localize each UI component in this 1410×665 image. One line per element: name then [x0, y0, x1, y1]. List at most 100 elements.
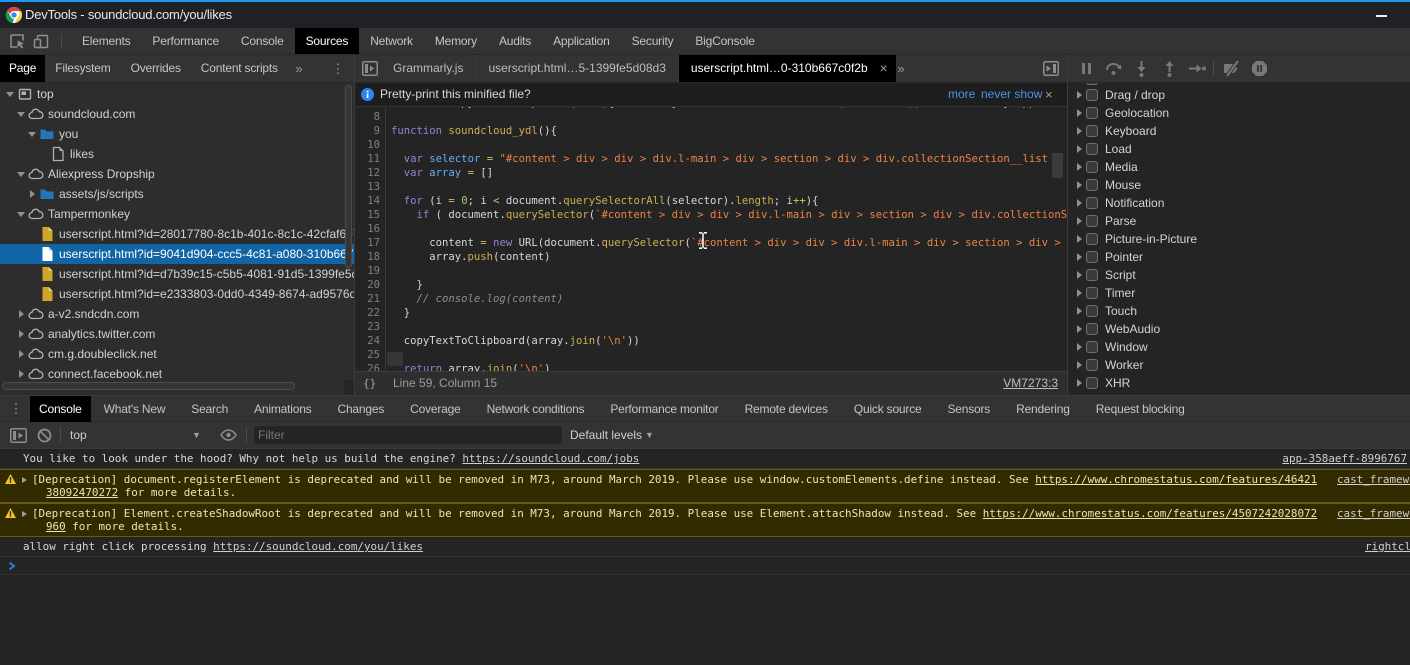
- line-number[interactable]: 24: [367, 334, 380, 348]
- chevron-right-icon[interactable]: [1077, 253, 1082, 261]
- event-category-xhr[interactable]: XHR: [1068, 374, 1410, 392]
- tree-expander[interactable]: [17, 330, 25, 338]
- editor-horizontal-scrollbar[interactable]: [387, 352, 403, 366]
- tree-item-top[interactable]: top: [0, 84, 354, 104]
- tab-memory[interactable]: Memory: [424, 28, 488, 54]
- infobar-more-link[interactable]: more: [948, 83, 975, 106]
- event-category-parse[interactable]: Parse: [1068, 212, 1410, 230]
- event-category-webaudio[interactable]: WebAudio: [1068, 320, 1410, 338]
- drawer-tab-console[interactable]: Console: [30, 396, 91, 422]
- message-link[interactable]: https://www.chromestatus.com/features/46…: [1035, 473, 1317, 486]
- tab-application[interactable]: Application: [542, 28, 621, 54]
- message-link[interactable]: 960: [46, 520, 66, 533]
- tree-expander[interactable]: [6, 90, 14, 98]
- tree-item-assets-js-scripts[interactable]: assets/js/scripts: [0, 184, 354, 204]
- event-category-picture-in-picture[interactable]: Picture-in-Picture: [1068, 230, 1410, 248]
- tab-audits[interactable]: Audits: [488, 28, 542, 54]
- tab-console[interactable]: Console: [230, 28, 295, 54]
- checkbox[interactable]: [1086, 269, 1098, 281]
- line-number[interactable]: 15: [367, 208, 380, 222]
- chevron-right-icon[interactable]: [1077, 307, 1082, 315]
- line-number[interactable]: 26: [367, 362, 380, 371]
- drawer-tab-sensors[interactable]: Sensors: [934, 396, 1003, 422]
- tab-network[interactable]: Network: [359, 28, 424, 54]
- tree-item-a-v2-sndcdn-com[interactable]: a-v2.sndcdn.com: [0, 304, 354, 324]
- tab-sources[interactable]: Sources: [295, 28, 360, 54]
- checkbox[interactable]: [1086, 323, 1098, 335]
- tree-item-aliexpress-dropship[interactable]: Aliexpress Dropship: [0, 164, 354, 184]
- event-category-window[interactable]: Window: [1068, 338, 1410, 356]
- message-source-link[interactable]: cast_framework.js: [1337, 507, 1410, 520]
- tree-expander[interactable]: [28, 190, 36, 198]
- deactivate-breakpoints-icon[interactable]: [1222, 60, 1239, 77]
- editor-vertical-scrollbar[interactable]: [1052, 153, 1063, 178]
- sidebar-horizontal-scrollbar[interactable]: [2, 382, 295, 390]
- tree-expander[interactable]: [17, 170, 25, 178]
- panel-border[interactable]: [1067, 55, 1068, 395]
- step-out-icon[interactable]: [1161, 60, 1178, 77]
- tree-item-cm-g-doubleclick-net[interactable]: cm.g.doubleclick.net: [0, 344, 354, 364]
- event-category-pointer[interactable]: Pointer: [1068, 248, 1410, 266]
- tree-expander[interactable]: [17, 110, 25, 118]
- chevron-right-icon[interactable]: [1077, 127, 1082, 135]
- chevron-right-icon[interactable]: [22, 477, 27, 483]
- chevron-right-icon[interactable]: [1077, 289, 1082, 297]
- drawer-tab-quick-source[interactable]: Quick source: [841, 396, 935, 422]
- message-source-link[interactable]: app-358aeff-8996767: [1282, 452, 1407, 465]
- event-category-keyboard[interactable]: Keyboard: [1068, 122, 1410, 140]
- checkbox[interactable]: [1086, 215, 1098, 227]
- sidebar-tab-filesystem[interactable]: Filesystem: [45, 55, 120, 82]
- line-number[interactable]: 17: [367, 236, 380, 250]
- message-link[interactable]: 38092470272: [46, 486, 118, 499]
- line-number[interactable]: 21: [367, 292, 380, 306]
- checkbox[interactable]: [1086, 161, 1098, 173]
- editor-tab[interactable]: userscript.html…0-310b667c0f2b×: [679, 55, 896, 82]
- chevron-right-icon[interactable]: [1077, 181, 1082, 189]
- editor-tab[interactable]: userscript.html…5-1399fe5d08d3: [476, 55, 678, 82]
- infobar-never-show-link[interactable]: never show: [981, 83, 1042, 106]
- tree-item-userscript-html-id-9041d904-ccc5-4c81-a0[interactable]: userscript.html?id=9041d904-ccc5-4c81-a0…: [0, 244, 354, 264]
- line-number[interactable]: 11: [367, 152, 380, 166]
- console-prompt[interactable]: [0, 557, 1410, 575]
- event-category-timer[interactable]: Timer: [1068, 284, 1410, 302]
- event-category-media[interactable]: Media: [1068, 158, 1410, 176]
- tab-elements[interactable]: Elements: [71, 28, 141, 54]
- line-number[interactable]: 12: [367, 166, 380, 180]
- event-category-load[interactable]: Load: [1068, 140, 1410, 158]
- line-number[interactable]: 19: [367, 264, 380, 278]
- event-category-script[interactable]: Script: [1068, 266, 1410, 284]
- checkbox[interactable]: [1086, 83, 1098, 85]
- chevron-right-icon[interactable]: [1077, 343, 1082, 351]
- tree-expander[interactable]: [17, 370, 25, 378]
- code-area[interactable]: 7891011121314151617181920212223242526 fu…: [355, 107, 1067, 371]
- event-category-worker[interactable]: Worker: [1068, 356, 1410, 374]
- tab-performance[interactable]: Performance: [141, 28, 230, 54]
- line-number[interactable]: 20: [367, 278, 380, 292]
- drawer-tab-performance-monitor[interactable]: Performance monitor: [597, 396, 731, 422]
- log-level-selector[interactable]: Default levels: [570, 422, 642, 448]
- console-sidebar-toggle-icon[interactable]: [10, 428, 27, 443]
- tab-security[interactable]: Security: [621, 28, 685, 54]
- panel-border[interactable]: [354, 55, 355, 395]
- tree-item-tampermonkey[interactable]: Tampermonkey: [0, 204, 354, 224]
- line-number[interactable]: 13: [367, 180, 380, 194]
- infobar-close-icon[interactable]: ×: [1045, 83, 1053, 106]
- sidebar-more-tabs-button[interactable]: »: [286, 55, 312, 82]
- step-icon[interactable]: [1188, 60, 1205, 77]
- message-source-link[interactable]: rightclick.user.js: [1365, 540, 1410, 553]
- tree-item-likes[interactable]: likes: [0, 144, 354, 164]
- chevron-right-icon[interactable]: [1077, 271, 1082, 279]
- source-mapping-link[interactable]: VM7273:3: [1003, 372, 1058, 395]
- checkbox[interactable]: [1086, 233, 1098, 245]
- pause-icon[interactable]: [1078, 60, 1095, 77]
- checkbox[interactable]: [1086, 341, 1098, 353]
- tree-item-soundcloud-com[interactable]: soundcloud.com: [0, 104, 354, 124]
- drawer-tab-what-s-new[interactable]: What's New: [91, 396, 179, 422]
- debugger-panel-toggle-icon[interactable]: [1043, 61, 1059, 76]
- line-number[interactable]: 23: [367, 320, 380, 334]
- line-number[interactable]: 18: [367, 250, 380, 264]
- message-source-link[interactable]: cast_framework.js: [1337, 473, 1410, 486]
- chevron-right-icon[interactable]: [1077, 145, 1082, 153]
- chevron-right-icon[interactable]: [1077, 199, 1082, 207]
- sidebar-vertical-scrollbar[interactable]: [345, 85, 352, 268]
